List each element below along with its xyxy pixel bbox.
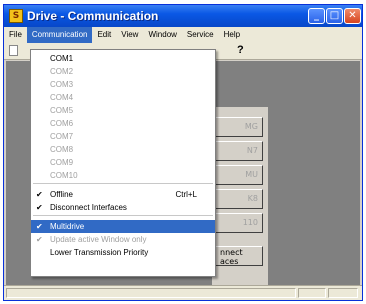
connect-button-line1: nnect	[220, 248, 243, 257]
panel-button-5[interactable]: 110	[215, 213, 263, 233]
menu-item-com6: COM6	[50, 119, 74, 128]
menu-item-lower-transmission-priority[interactable]: Lower Transmission Priority	[31, 246, 215, 259]
menu-separator	[33, 183, 213, 187]
minimize-button[interactable]: _	[308, 8, 325, 24]
menu-file[interactable]: File	[4, 27, 27, 43]
menu-item-com8: COM8	[50, 145, 74, 154]
menu-item-com9: COM9	[50, 158, 74, 167]
new-document-icon[interactable]	[9, 45, 18, 56]
menu-edit[interactable]: Edit	[92, 27, 116, 43]
panel-button-1[interactable]: MG	[215, 117, 263, 137]
status-main	[6, 288, 296, 298]
multidrive-label: Multidrive	[50, 222, 85, 231]
menu-item-com7: COM7	[50, 132, 74, 141]
window-title: Drive - Communication	[27, 9, 159, 23]
update-active-label: Update active Window only	[50, 235, 147, 244]
menu-item-com10: COM10	[50, 171, 78, 180]
update-active-check-icon: ✔	[36, 235, 43, 244]
offline-shortcut: Ctrl+L	[175, 190, 197, 199]
panel-button-4[interactable]: K8	[215, 189, 263, 209]
menu-item-com1[interactable]: COM1	[31, 52, 215, 65]
menu-item-offline[interactable]: ✔ Offline Ctrl+L	[31, 188, 215, 201]
disconnect-label: Disconnect Interfaces	[50, 203, 127, 212]
menu-item-multidrive[interactable]: ✔ Multidrive	[31, 220, 215, 233]
menu-help[interactable]: Help	[219, 27, 245, 43]
panel-button-3[interactable]: MU	[215, 165, 263, 185]
panel-button-2[interactable]: N7	[215, 141, 263, 161]
menu-communication[interactable]: Communication	[26, 27, 93, 43]
multidrive-check-icon: ✔	[36, 222, 43, 231]
maximize-button[interactable]: □	[326, 8, 343, 24]
menu-item-com3: COM3	[50, 80, 74, 89]
connect-button-line2: aces	[220, 257, 239, 266]
menu-item-com5: COM5	[50, 106, 74, 115]
menu-service[interactable]: Service	[182, 27, 219, 43]
menu-item-com4: COM4	[50, 93, 74, 102]
menu-item-update-active-window: ✔ Update active Window only	[31, 233, 215, 246]
menu-window[interactable]: Window	[143, 27, 181, 43]
menu-separator	[33, 215, 213, 219]
status-bar	[4, 285, 362, 300]
app-icon: S	[9, 9, 23, 23]
menu-bar: File Communication Edit View Window Serv…	[4, 27, 362, 43]
status-cell-2	[328, 288, 358, 298]
offline-check-icon: ✔	[36, 190, 43, 199]
menu-item-disconnect-interfaces[interactable]: ✔ Disconnect Interfaces	[31, 201, 215, 214]
offline-label: Offline	[50, 190, 73, 199]
menu-item-com2: COM2	[50, 67, 74, 76]
help-icon[interactable]: ?	[237, 44, 244, 56]
disconnect-check-icon: ✔	[36, 203, 43, 212]
communication-menu: COM1 COM2 COM3 COM4 COM5 COM6 COM7 COM8 …	[30, 49, 216, 277]
close-button[interactable]: ✕	[344, 8, 361, 24]
connect-interfaces-button[interactable]: nnect aces	[215, 246, 263, 266]
lower-priority-label: Lower Transmission Priority	[50, 248, 149, 257]
title-bar[interactable]: S Drive - Communication _ □ ✕	[4, 5, 362, 27]
menu-view[interactable]: View	[116, 27, 143, 43]
status-cell-1	[298, 288, 326, 298]
